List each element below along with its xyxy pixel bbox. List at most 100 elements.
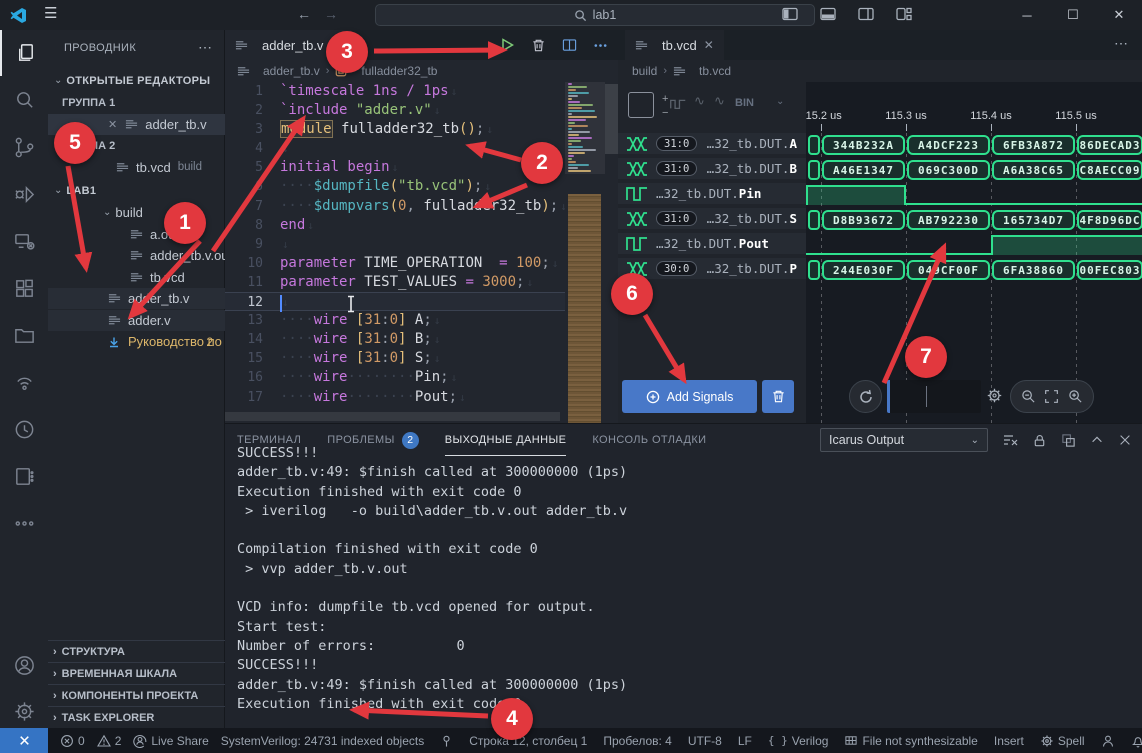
status-item-person[interactable] <box>1101 734 1115 748</box>
activity-item-remote-explorer[interactable] <box>0 218 48 264</box>
code-line-13[interactable]: 13····wire [31:0] A;↓ <box>225 311 565 330</box>
sidebar-section-структура[interactable]: ›СТРУКТУРА <box>48 640 225 662</box>
split-editor-icon[interactable] <box>562 38 577 53</box>
breadcrumb-folder[interactable]: build <box>632 64 657 78</box>
code-line-15[interactable]: 15····wire [31:0] S;↓ <box>225 349 565 368</box>
tab-tbvcd[interactable]: tb.vcd ✕ <box>625 30 724 60</box>
collapse-icon[interactable]: − <box>662 108 668 119</box>
fit-zoom-icon[interactable] <box>1044 389 1059 404</box>
activity-item-search[interactable] <box>0 77 48 123</box>
status-item-systemverilog-24731-indexed-[interactable]: SystemVerilog: 24731 indexed objects <box>221 734 424 748</box>
remote-indicator[interactable] <box>0 728 48 753</box>
code-line-5[interactable]: 5initial begin↓ <box>225 158 565 177</box>
sidebar-section-временная-шкала[interactable]: ›ВРЕМЕННАЯ ШКАЛА <box>48 662 225 684</box>
status-item-строка-12-столбец-1[interactable]: Строка 12, столбец 1 <box>469 734 587 748</box>
sidebar-section-task-explorer[interactable]: ›TASK EXPLORER <box>48 706 225 728</box>
open-editors-header[interactable]: ⌄ОТКРЫТЫЕ РЕДАКТОРЫ <box>48 70 225 91</box>
bus-format-icon[interactable] <box>670 97 686 111</box>
forward-icon[interactable]: → <box>324 6 338 22</box>
activity-item-run-debug[interactable] <box>0 171 48 217</box>
sidebar-more-icon[interactable]: ⋯ <box>198 39 212 56</box>
activity-item-wireless[interactable] <box>0 359 48 405</box>
tree-file-adder.v[interactable]: adder.v <box>48 310 225 331</box>
waveform-canvas[interactable]: 115.2 us115.3 us115.4 us115.5 us344B232A… <box>806 82 1142 423</box>
time-input[interactable] <box>887 380 981 413</box>
breadcrumb-file[interactable]: adder_tb.v <box>263 64 320 78</box>
activity-item-clock[interactable] <box>0 406 48 452</box>
code-line-7[interactable]: 7····$dumpvars(0, fulladder32_tb);↓ <box>225 197 565 216</box>
refresh-button[interactable] <box>849 380 882 413</box>
tab-close-icon[interactable]: ✕ <box>704 38 714 52</box>
minimap[interactable] <box>565 82 605 423</box>
tree-file-tb.vcd[interactable]: tb.vcd <box>48 267 225 288</box>
code-line-14[interactable]: 14····wire [31:0] B;↓ <box>225 330 565 349</box>
code-line-4[interactable]: 4↓ <box>225 139 565 158</box>
editor-group-label[interactable]: ГРУППА 2 <box>48 135 225 156</box>
code-line-2[interactable]: 2`include "adder.v"↓ <box>225 101 565 120</box>
toggle-panel-icon[interactable] <box>820 7 836 21</box>
status-item-spell[interactable]: Spell <box>1040 734 1085 748</box>
command-center-search[interactable]: lab1 <box>375 4 815 26</box>
expand-icon[interactable]: + <box>662 94 668 105</box>
vertical-scrollbar[interactable] <box>605 82 618 423</box>
add-signals-button[interactable]: Add Signals <box>622 380 757 413</box>
run-button[interactable] <box>499 37 515 53</box>
output-console[interactable]: SUCCESS!!!adder_tb.v:49: $finish called … <box>237 444 1127 723</box>
code-line-17[interactable]: 17····wire········Pout;↓ <box>225 388 565 407</box>
close-window-icon[interactable]: ✕ <box>1096 0 1142 30</box>
menu-icon[interactable]: ☰ <box>44 4 57 22</box>
toggle-secondary-sidebar-icon[interactable] <box>858 7 874 21</box>
status-item-пробелов-4[interactable]: Пробелов: 4 <box>603 734 672 748</box>
status-item-file-not-synthesizable[interactable]: File not synthesizable <box>844 734 977 748</box>
code-line-3[interactable]: 3module fulladder32_tb();↓ <box>225 120 565 139</box>
status-item-insert[interactable]: Insert <box>994 734 1024 748</box>
maximize-icon[interactable]: ☐ <box>1050 0 1096 30</box>
code-line-16[interactable]: 16····wire········Pin;↓ <box>225 368 565 387</box>
activity-item-account[interactable] <box>0 642 48 688</box>
code-line-12[interactable]: 12↓ <box>225 292 565 311</box>
sidebar-section-компоненты-проекта[interactable]: ›КОМПОНЕНТЫ ПРОЕКТА <box>48 684 225 706</box>
zoom-out-icon[interactable] <box>1021 389 1036 404</box>
toggle-sidebar-icon[interactable] <box>782 7 798 21</box>
status-item-0[interactable]: 0 <box>60 734 85 748</box>
tab-adder-tb[interactable]: adder_tb.v ✕ <box>225 30 351 60</box>
open-editor-item[interactable]: ✕adder_tb.v <box>48 114 225 135</box>
activity-item-more[interactable] <box>0 500 48 546</box>
close-editor-icon[interactable]: ✕ <box>108 118 117 131</box>
minimize-icon[interactable]: ─ <box>1004 0 1050 30</box>
activity-item-explorer[interactable] <box>0 30 48 76</box>
signal-row-Pout[interactable]: …32_tb.DUT.Pout <box>618 233 806 254</box>
breadcrumb[interactable]: adder_tb.v › fulladder32_tb <box>225 60 618 82</box>
status-item-lf[interactable]: LF <box>738 734 752 748</box>
status-item-verilog[interactable]: { }Verilog <box>768 734 829 748</box>
zoom-in-icon[interactable] <box>1068 389 1083 404</box>
analog-wave-icon[interactable]: ∿ <box>694 93 705 109</box>
status-item-utf-8[interactable]: UTF-8 <box>688 734 722 748</box>
open-editor-item[interactable]: tb.vcdbuild <box>48 157 225 178</box>
tree-folder-build[interactable]: ⌄build <box>48 202 225 223</box>
select-all-checkbox[interactable] <box>628 92 654 118</box>
editor-more-icon[interactable]: ⋯ <box>1114 35 1128 52</box>
status-item-language-status[interactable] <box>440 734 453 748</box>
trash-icon[interactable] <box>531 38 546 53</box>
status-item-bell[interactable] <box>1131 734 1142 748</box>
tree-file-adder_tb.v.out[interactable]: adder_tb.v.out <box>48 245 225 266</box>
signal-row-P[interactable]: 30:0…32_tb.DUT.P <box>618 258 806 279</box>
activity-item-extensions[interactable] <box>0 265 48 311</box>
status-item-live-share[interactable]: Live Share <box>133 734 208 748</box>
signal-row-B[interactable]: 31:0…32_tb.DUT.B <box>618 158 806 179</box>
waveform-breadcrumb[interactable]: build › tb.vcd <box>618 60 1142 82</box>
settings-gear-icon[interactable] <box>986 387 1003 409</box>
code-line-6[interactable]: 6····$dumpfile("tb.vcd");↓ <box>225 177 565 196</box>
status-item-2[interactable]: 2 <box>97 734 122 748</box>
breadcrumb-symbol[interactable]: fulladder32_tb <box>361 64 437 78</box>
activity-item-notebook[interactable] <box>0 453 48 499</box>
breadcrumb-file[interactable]: tb.vcd <box>699 64 731 78</box>
analog-wave-icon[interactable]: ∿ <box>714 93 725 109</box>
code-line-1[interactable]: 1`timescale 1ns / 1ps↓ <box>225 82 565 101</box>
tab-close-icon[interactable]: ✕ <box>330 38 340 52</box>
signal-row-Pin[interactable]: …32_tb.DUT.Pin <box>618 183 806 204</box>
code-line-11[interactable]: 11parameter TEST_VALUES = 3000;↓ <box>225 273 565 292</box>
tree-file-adder_tb.v[interactable]: adder_tb.v <box>48 288 225 309</box>
activity-item-folder[interactable] <box>0 312 48 358</box>
